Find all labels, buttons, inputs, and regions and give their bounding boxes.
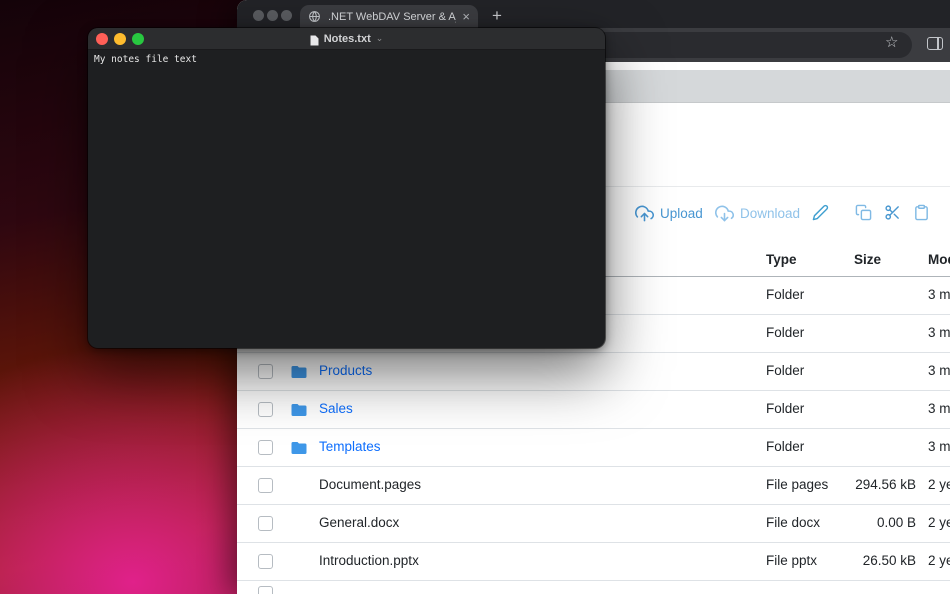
modified-cell: 3 m	[928, 325, 950, 340]
upload-label: Upload	[660, 206, 703, 221]
scissors-icon	[885, 205, 899, 220]
bookmark-star-icon[interactable]: ☆	[885, 35, 898, 50]
cut-button[interactable]	[884, 204, 901, 221]
cloud-download-icon	[715, 205, 734, 222]
editor-text-content[interactable]: My notes file text	[88, 50, 605, 69]
table-row: Introduction.pptx File pptx 26.50 kB 2 y…	[237, 543, 950, 581]
paste-button[interactable]	[913, 204, 930, 221]
column-header-type: Type	[766, 252, 797, 267]
chevron-down-icon[interactable]: ⌄	[376, 33, 384, 44]
type-cell: Folder	[766, 363, 805, 378]
file-name[interactable]: General.docx	[319, 515, 399, 530]
folder-icon	[290, 363, 308, 381]
table-row: Document.pages File pages 294.56 kB 2 ye	[237, 467, 950, 505]
editor-window-title: Notes.txt	[323, 32, 371, 45]
tab-title: .NET WebDAV Server & Ajax I	[328, 10, 456, 23]
copy-icon	[855, 204, 872, 221]
type-cell: Folder	[766, 439, 805, 454]
side-panel-icon[interactable]	[927, 37, 943, 50]
row-checkbox[interactable]	[258, 516, 273, 531]
modified-cell: 2 ye	[928, 553, 950, 568]
pencil-icon	[812, 204, 829, 221]
row-checkbox[interactable]	[258, 478, 273, 493]
upload-button[interactable]: Upload	[635, 204, 703, 223]
tab-close-icon[interactable]: ×	[462, 10, 470, 23]
table-row: Sales Folder 3 m	[237, 391, 950, 429]
notes-editor-window: Notes.txt ⌄ My notes file text	[88, 28, 605, 348]
browser-tab[interactable]: .NET WebDAV Server & Ajax I ×	[300, 5, 478, 28]
size-cell: 0.00 B	[876, 515, 916, 530]
row-checkbox[interactable]	[258, 440, 273, 455]
modified-cell: 3 m	[928, 363, 950, 378]
modified-cell: 3 m	[928, 401, 950, 416]
table-row	[237, 581, 950, 594]
cloud-upload-icon	[635, 205, 654, 222]
file-name[interactable]: Introduction.pptx	[319, 553, 419, 568]
modified-cell: 2 ye	[928, 477, 950, 492]
browser-close-button[interactable]	[253, 10, 264, 21]
folder-name-link[interactable]: Sales	[319, 401, 353, 416]
row-checkbox[interactable]	[258, 554, 273, 569]
modified-cell: 3 m	[928, 439, 950, 454]
browser-minimize-button[interactable]	[267, 10, 278, 21]
type-cell: Folder	[766, 325, 805, 340]
row-checkbox[interactable]	[258, 586, 273, 594]
browser-tab-strip: .NET WebDAV Server & Ajax I × +	[237, 0, 950, 28]
modified-cell: 2 ye	[928, 515, 950, 530]
folder-name-link[interactable]: Products	[319, 363, 372, 378]
size-cell: 294.56 kB	[855, 477, 916, 492]
download-button[interactable]: Download	[715, 204, 800, 223]
row-checkbox[interactable]	[258, 364, 273, 379]
file-name[interactable]: Document.pages	[319, 477, 421, 492]
column-header-modified: Mod	[928, 252, 950, 267]
copy-button[interactable]	[855, 204, 872, 221]
folder-icon	[290, 439, 308, 457]
table-row: Products Folder 3 m	[237, 353, 950, 391]
rename-button[interactable]	[812, 204, 829, 221]
new-tab-button[interactable]: +	[485, 4, 509, 28]
modified-cell: 3 m	[928, 287, 950, 302]
editor-close-button[interactable]	[96, 33, 108, 45]
type-cell: Folder	[766, 401, 805, 416]
browser-zoom-button[interactable]	[281, 10, 292, 21]
download-label: Download	[740, 206, 801, 221]
size-cell: 26.50 kB	[862, 553, 916, 568]
row-checkbox[interactable]	[258, 402, 273, 417]
type-cell: Folder	[766, 287, 805, 302]
clipboard-icon	[915, 204, 928, 221]
column-header-size: Size	[854, 252, 882, 267]
editor-zoom-button[interactable]	[132, 33, 144, 45]
editor-minimize-button[interactable]	[114, 33, 126, 45]
table-row: Templates Folder 3 m	[237, 429, 950, 467]
editor-title-bar[interactable]: Notes.txt ⌄	[88, 28, 605, 50]
table-row: General.docx File docx 0.00 B 2 ye	[237, 505, 950, 543]
globe-favicon-icon	[308, 10, 321, 23]
folder-icon	[290, 401, 308, 419]
document-icon	[310, 33, 319, 46]
folder-name-link[interactable]: Templates	[319, 439, 381, 454]
